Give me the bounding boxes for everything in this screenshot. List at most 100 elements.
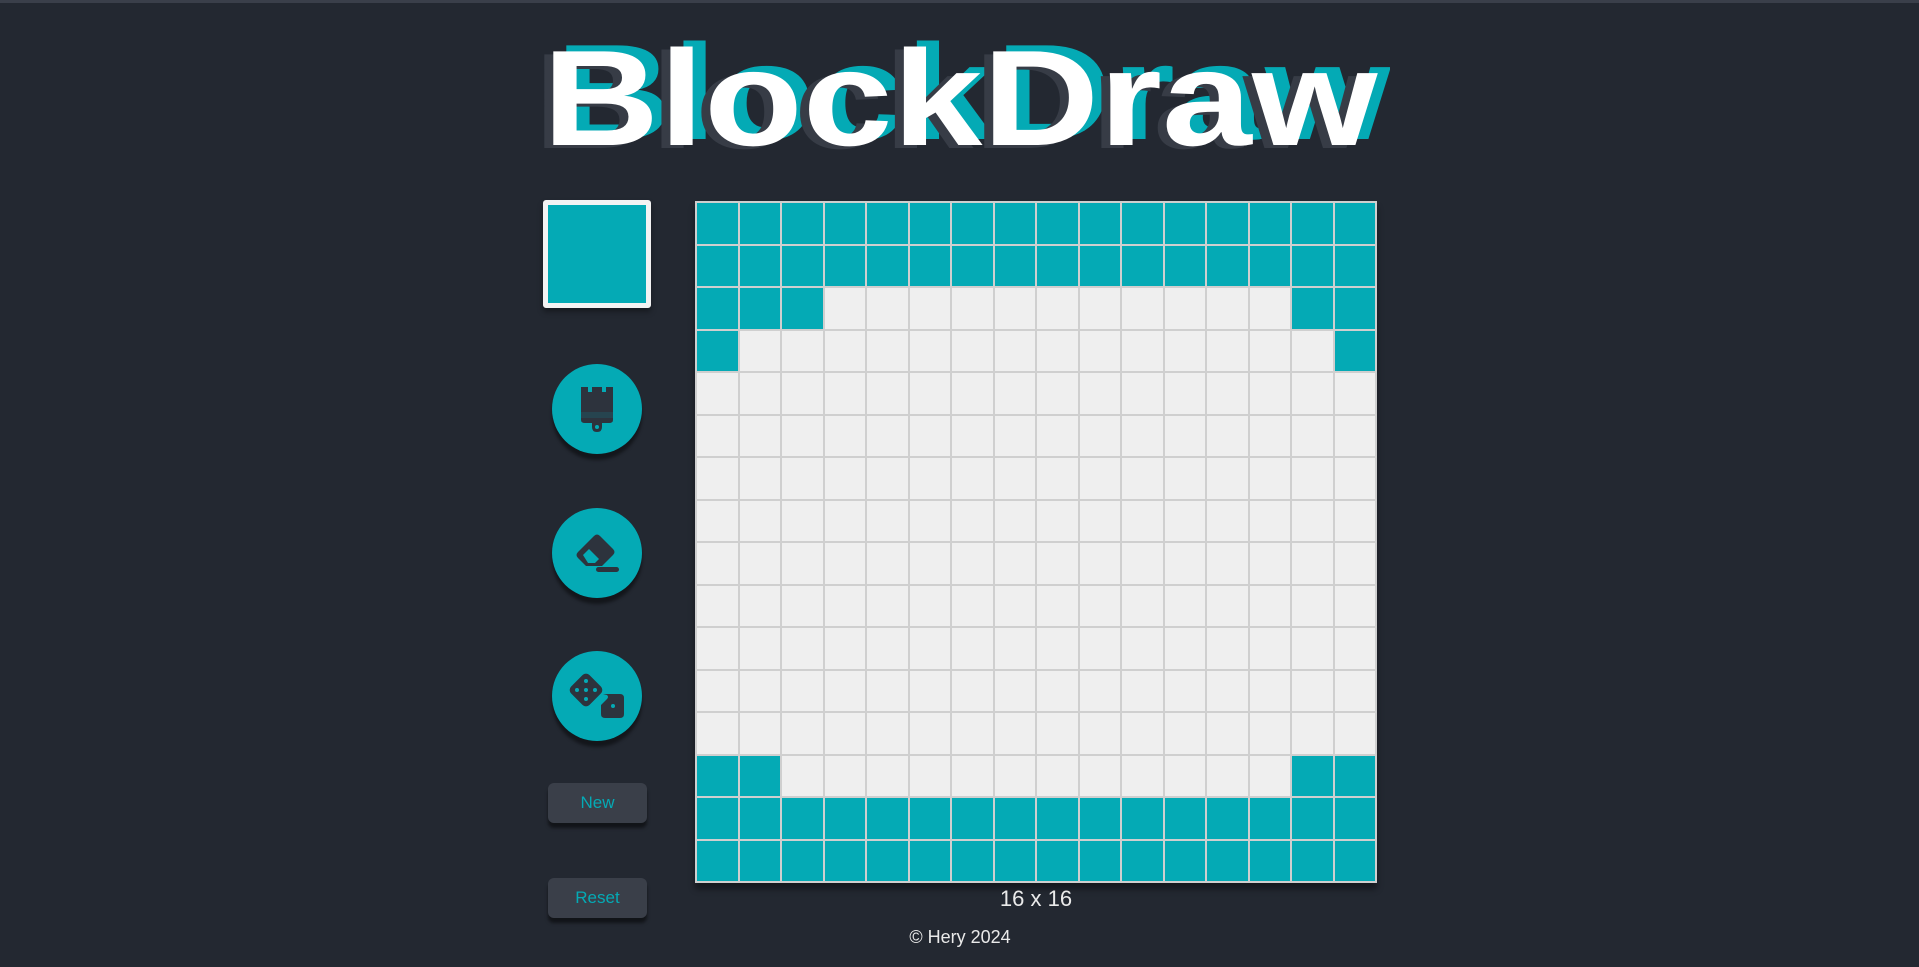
grid-cell[interactable] [866, 202, 909, 245]
grid-cell[interactable] [866, 414, 909, 457]
grid-cell[interactable] [738, 329, 781, 372]
grid-cell[interactable] [1291, 499, 1334, 542]
grid-cell[interactable] [993, 499, 1036, 542]
grid-cell[interactable] [1291, 372, 1334, 415]
grid-cell[interactable] [1036, 627, 1079, 670]
grid-cell[interactable] [908, 712, 951, 755]
grid-cell[interactable] [738, 499, 781, 542]
grid-cell[interactable] [1206, 627, 1249, 670]
grid-cell[interactable] [781, 754, 824, 797]
grid-cell[interactable] [1036, 839, 1079, 882]
grid-cell[interactable] [951, 584, 994, 627]
grid-cell[interactable] [1248, 499, 1291, 542]
grid-cell[interactable] [1291, 287, 1334, 330]
grid-cell[interactable] [1206, 839, 1249, 882]
grid-cell[interactable] [951, 839, 994, 882]
grid-cell[interactable] [1121, 627, 1164, 670]
grid-cell[interactable] [1206, 754, 1249, 797]
grid-cell[interactable] [1121, 414, 1164, 457]
grid-cell[interactable] [1333, 712, 1376, 755]
grid-cell[interactable] [738, 797, 781, 840]
grid-cell[interactable] [1333, 414, 1376, 457]
grid-cell[interactable] [908, 627, 951, 670]
grid-cell[interactable] [1121, 754, 1164, 797]
grid-cell[interactable] [1206, 202, 1249, 245]
grid-cell[interactable] [908, 202, 951, 245]
grid-cell[interactable] [823, 712, 866, 755]
grid-cell[interactable] [866, 669, 909, 712]
grid-cell[interactable] [1248, 414, 1291, 457]
grid-cell[interactable] [951, 202, 994, 245]
grid-cell[interactable] [1333, 839, 1376, 882]
grid-cell[interactable] [1121, 457, 1164, 500]
grid-cell[interactable] [1036, 414, 1079, 457]
grid-cell[interactable] [951, 457, 994, 500]
grid-cell[interactable] [993, 797, 1036, 840]
grid-cell[interactable] [1291, 414, 1334, 457]
grid-cell[interactable] [866, 542, 909, 585]
grid-cell[interactable] [1333, 754, 1376, 797]
grid-cell[interactable] [993, 584, 1036, 627]
grid-cell[interactable] [1121, 797, 1164, 840]
grid-cell[interactable] [781, 414, 824, 457]
grid-cell[interactable] [738, 244, 781, 287]
grid-cell[interactable] [1333, 287, 1376, 330]
grid-cell[interactable] [866, 287, 909, 330]
grid-cell[interactable] [738, 202, 781, 245]
grid-cell[interactable] [738, 457, 781, 500]
grid-cell[interactable] [1036, 542, 1079, 585]
grid-cell[interactable] [951, 627, 994, 670]
grid-cell[interactable] [1036, 712, 1079, 755]
grid-cell[interactable] [951, 329, 994, 372]
grid-cell[interactable] [866, 372, 909, 415]
grid-cell[interactable] [908, 457, 951, 500]
grid-cell[interactable] [1291, 584, 1334, 627]
grid-cell[interactable] [738, 669, 781, 712]
grid-cell[interactable] [823, 499, 866, 542]
grid-cell[interactable] [1121, 287, 1164, 330]
grid-cell[interactable] [1163, 669, 1206, 712]
grid-cell[interactable] [1163, 584, 1206, 627]
grid-cell[interactable] [1163, 712, 1206, 755]
grid-cell[interactable] [908, 542, 951, 585]
grid-cell[interactable] [1163, 542, 1206, 585]
grid-cell[interactable] [1036, 499, 1079, 542]
grid-cell[interactable] [1291, 202, 1334, 245]
grid-cell[interactable] [951, 499, 994, 542]
grid-cell[interactable] [696, 499, 739, 542]
grid-cell[interactable] [1121, 329, 1164, 372]
grid-cell[interactable] [781, 542, 824, 585]
grid-cell[interactable] [738, 712, 781, 755]
grid-cell[interactable] [908, 584, 951, 627]
grid-cell[interactable] [1333, 244, 1376, 287]
eraser-button[interactable] [552, 508, 642, 598]
grid-cell[interactable] [696, 584, 739, 627]
grid-cell[interactable] [1291, 457, 1334, 500]
grid-cell[interactable] [1163, 329, 1206, 372]
grid-cell[interactable] [1248, 542, 1291, 585]
grid-cell[interactable] [823, 202, 866, 245]
grid-cell[interactable] [696, 457, 739, 500]
grid-cell[interactable] [1248, 839, 1291, 882]
grid-cell[interactable] [908, 414, 951, 457]
grid-cell[interactable] [696, 244, 739, 287]
grid-cell[interactable] [1036, 202, 1079, 245]
grid-cell[interactable] [866, 499, 909, 542]
grid-cell[interactable] [781, 797, 824, 840]
grid-cell[interactable] [866, 329, 909, 372]
grid-cell[interactable] [951, 754, 994, 797]
grid-cell[interactable] [823, 542, 866, 585]
grid-cell[interactable] [1078, 839, 1121, 882]
grid-cell[interactable] [993, 457, 1036, 500]
grid-cell[interactable] [1078, 329, 1121, 372]
grid-cell[interactable] [908, 287, 951, 330]
grid-cell[interactable] [866, 244, 909, 287]
grid-cell[interactable] [1078, 712, 1121, 755]
grid-cell[interactable] [781, 584, 824, 627]
grid-cell[interactable] [1121, 839, 1164, 882]
grid-cell[interactable] [1078, 202, 1121, 245]
grid-cell[interactable] [1248, 244, 1291, 287]
grid-cell[interactable] [1248, 457, 1291, 500]
grid-cell[interactable] [1333, 797, 1376, 840]
grid-cell[interactable] [993, 329, 1036, 372]
